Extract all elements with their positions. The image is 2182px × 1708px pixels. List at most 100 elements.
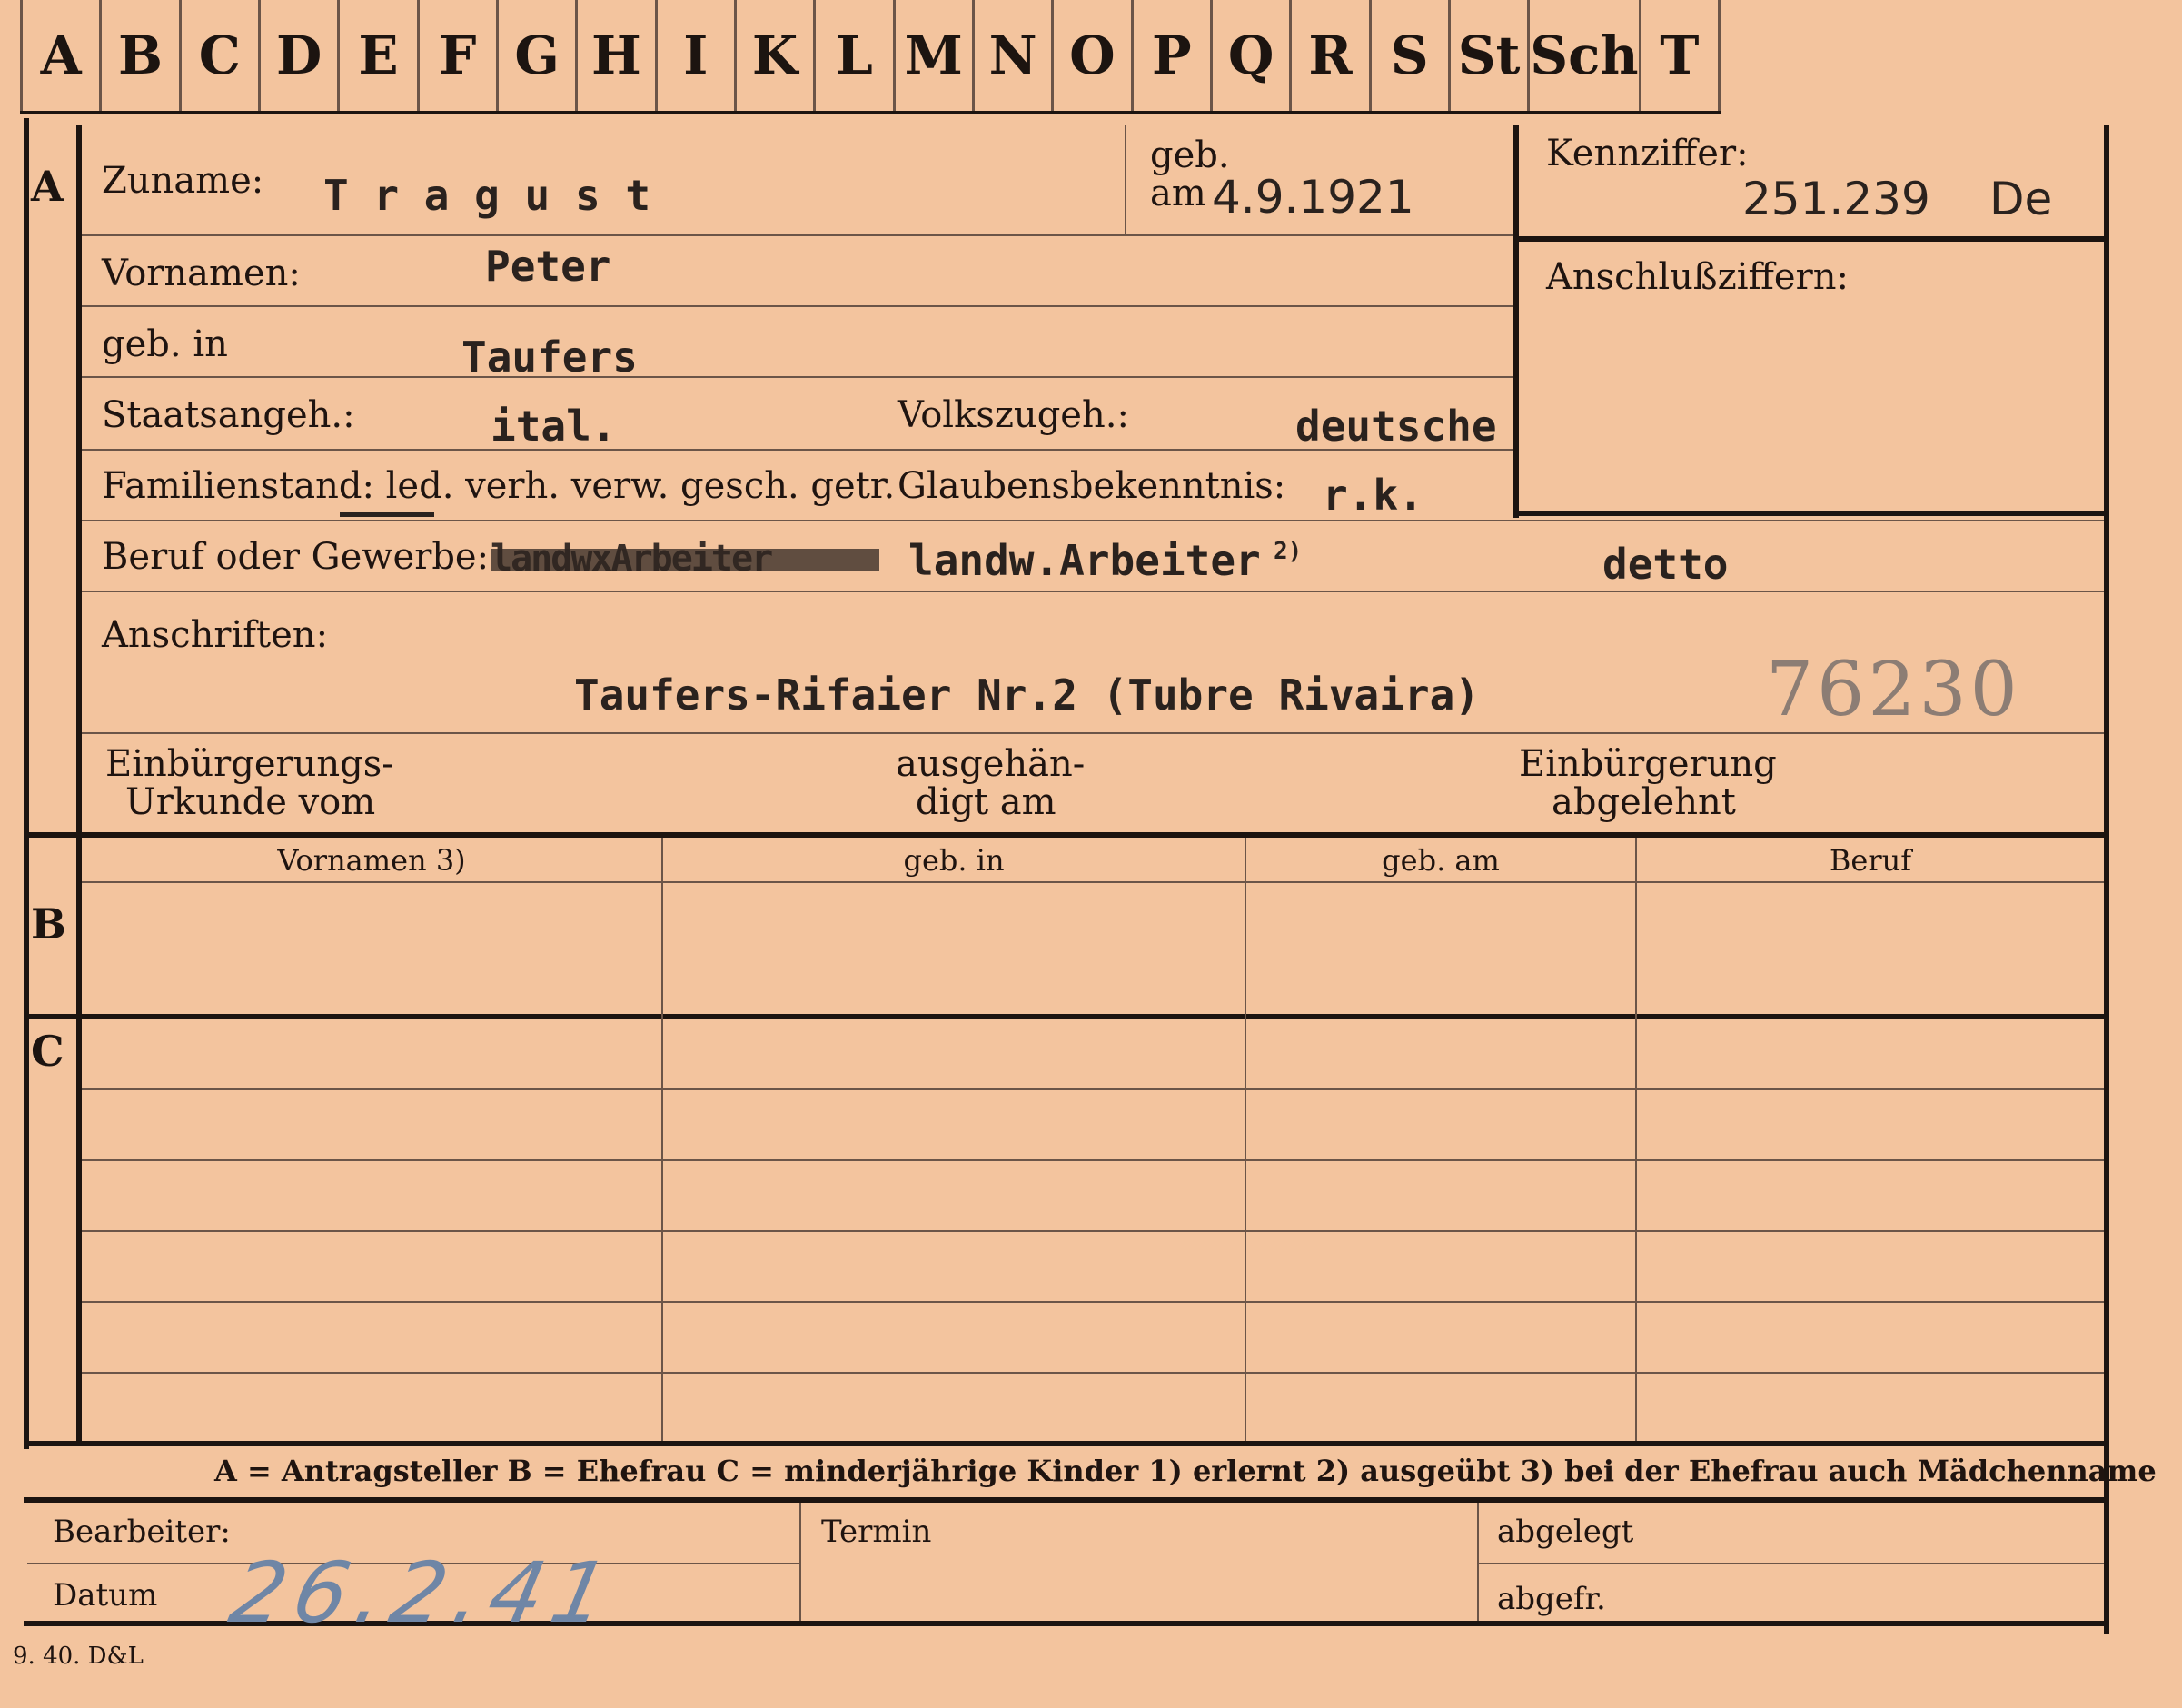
section-a-bottom-rule	[24, 832, 2109, 838]
einb-label-2: Urkunde vom	[125, 781, 376, 823]
col-divider-1	[661, 838, 663, 1441]
c-row-rule	[82, 1088, 2104, 1090]
kennziffer-label: Kennziffer:	[1546, 133, 1749, 174]
volk-label: Volkszugeh.:	[898, 394, 1129, 436]
datum-label: Datum	[53, 1577, 158, 1614]
tab-st: St	[1450, 0, 1531, 111]
einb-abg-label-1: Einbürgerung	[1519, 743, 1777, 785]
anschriften-label: Anschriften:	[102, 614, 329, 656]
einb-label-1: Einbürgerungs-	[105, 743, 394, 785]
kennziffer-box-bottom	[1513, 511, 2109, 516]
kennziffer-box-divider	[1513, 236, 2109, 242]
row-rule	[82, 591, 2104, 592]
c-row-rule	[82, 1301, 2104, 1303]
tab-l: L	[816, 0, 896, 111]
beruf-second-value: detto	[1602, 540, 1729, 589]
row-rule	[82, 305, 1513, 307]
section-c-bottom-rule	[24, 1441, 2109, 1446]
familienstand-underline-mark	[340, 512, 434, 517]
tab-b: B	[102, 0, 182, 111]
footer-divider-2	[1477, 1503, 1479, 1621]
section-c-letter: C	[31, 1027, 64, 1076]
vornamen-value: Peter	[485, 242, 611, 291]
tab-f: F	[419, 0, 499, 111]
anschriften-value: Taufers-Rifaier Nr.2 (Tubre Rivaira)	[574, 670, 1480, 720]
row-rule	[82, 234, 1513, 236]
tab-c: C	[181, 0, 261, 111]
beruf-strikeout	[491, 549, 879, 571]
col-divider-2	[1245, 838, 1246, 1441]
b-col-gebam: geb. am	[1382, 843, 1500, 878]
tab-o: O	[1054, 0, 1134, 111]
tab-r: R	[1292, 0, 1372, 111]
glauben-value: r.k.	[1323, 471, 1423, 520]
c-row-rule	[82, 1372, 2104, 1374]
abgelegt-label: abgelegt	[1497, 1514, 1634, 1550]
b-col-vornamen: Vornamen 3)	[277, 843, 466, 878]
footer-row-rule	[1477, 1563, 2104, 1564]
geb-date: 4.9.1921	[1212, 171, 1414, 223]
tab-i: I	[657, 0, 737, 111]
kennziffer-suffix: De	[1989, 173, 2053, 225]
row-rule	[82, 520, 2104, 521]
beruf-value: landw.Arbeiter	[908, 536, 1261, 585]
am-label: am	[1150, 173, 1206, 214]
tab-q: Q	[1212, 0, 1293, 111]
glauben-label: Glaubensbekenntnis:	[898, 465, 1286, 507]
footer-divider-1	[799, 1503, 801, 1621]
tab-h: H	[578, 0, 658, 111]
tab-k: K	[736, 0, 817, 111]
vornamen-label: Vornamen:	[102, 253, 301, 294]
section-b-bottom-rule	[24, 1014, 2109, 1019]
beruf-note: 2)	[1274, 538, 1303, 565]
col-divider-3	[1635, 838, 1637, 1441]
frame-right	[2104, 125, 2109, 1634]
tab-m: M	[895, 0, 975, 111]
b-col-gebin: geb. in	[903, 843, 1005, 878]
b-header-rule	[82, 881, 2104, 883]
staat-label: Staatsangeh.:	[102, 394, 355, 436]
alphabet-tab-strip: A B C D E F G H I K L M N O P Q R S St Sch T	[20, 0, 1721, 114]
einb-abg-label-2: abgelehnt	[1552, 781, 1736, 823]
section-column-divider	[76, 125, 82, 1443]
b-col-beruf: Beruf	[1829, 843, 1912, 878]
tab-d: D	[260, 0, 341, 111]
geb-divider	[1125, 125, 1126, 234]
abgefr-label: abgefr.	[1497, 1581, 1606, 1617]
zuname-value: T r a g u s t	[323, 171, 651, 220]
bearbeiter-label: Bearbeiter:	[53, 1514, 231, 1550]
print-mark: 9. 40. D&L	[13, 1643, 144, 1670]
tab-e: E	[340, 0, 420, 111]
familienstand-label: Familienstand: led. verh. verw. gesch. g…	[102, 465, 896, 507]
ausgeh-label-2: digt am	[916, 781, 1056, 823]
kennziffer-value: 251.239	[1742, 173, 1930, 225]
termin-label: Termin	[821, 1514, 932, 1550]
legend-text: A = Antragsteller B = Ehefrau C = minder…	[214, 1454, 2157, 1488]
tab-p: P	[1133, 0, 1213, 111]
frame-left	[24, 118, 29, 1449]
tab-g: G	[498, 0, 579, 111]
tab-t: T	[1641, 0, 1721, 111]
ausgeh-label-1: ausgehän-	[896, 743, 1086, 785]
tab-sch: Sch	[1530, 0, 1641, 111]
volk-value: deutsche	[1295, 402, 1497, 451]
tab-s: S	[1371, 0, 1451, 111]
tab-n: N	[974, 0, 1055, 111]
staat-value: ital.	[491, 402, 617, 451]
index-card: A B C D E F G H I K L M N O P Q R S St Sch T A Zuname: T r a…	[0, 0, 2182, 1708]
zuname-label: Zuname:	[102, 160, 264, 202]
kennziffer-box-left	[1513, 125, 1519, 518]
section-a-letter: A	[31, 162, 64, 211]
c-row-rule	[82, 1230, 2104, 1232]
section-b-letter: B	[31, 899, 66, 948]
legend-bottom-rule	[24, 1497, 2109, 1503]
anschluss-label: Anschlußziffern:	[1546, 256, 1849, 298]
gebin-label: geb. in	[102, 323, 228, 365]
gebin-value: Taufers	[461, 333, 638, 382]
tab-a: A	[20, 0, 103, 111]
c-row-rule	[82, 1159, 2104, 1161]
datum-value: 26.2.41	[222, 1544, 626, 1642]
stamp-number: 76230	[1766, 647, 2021, 733]
beruf-label: Beruf oder Gewerbe:	[102, 536, 490, 578]
row-rule	[82, 376, 1513, 378]
